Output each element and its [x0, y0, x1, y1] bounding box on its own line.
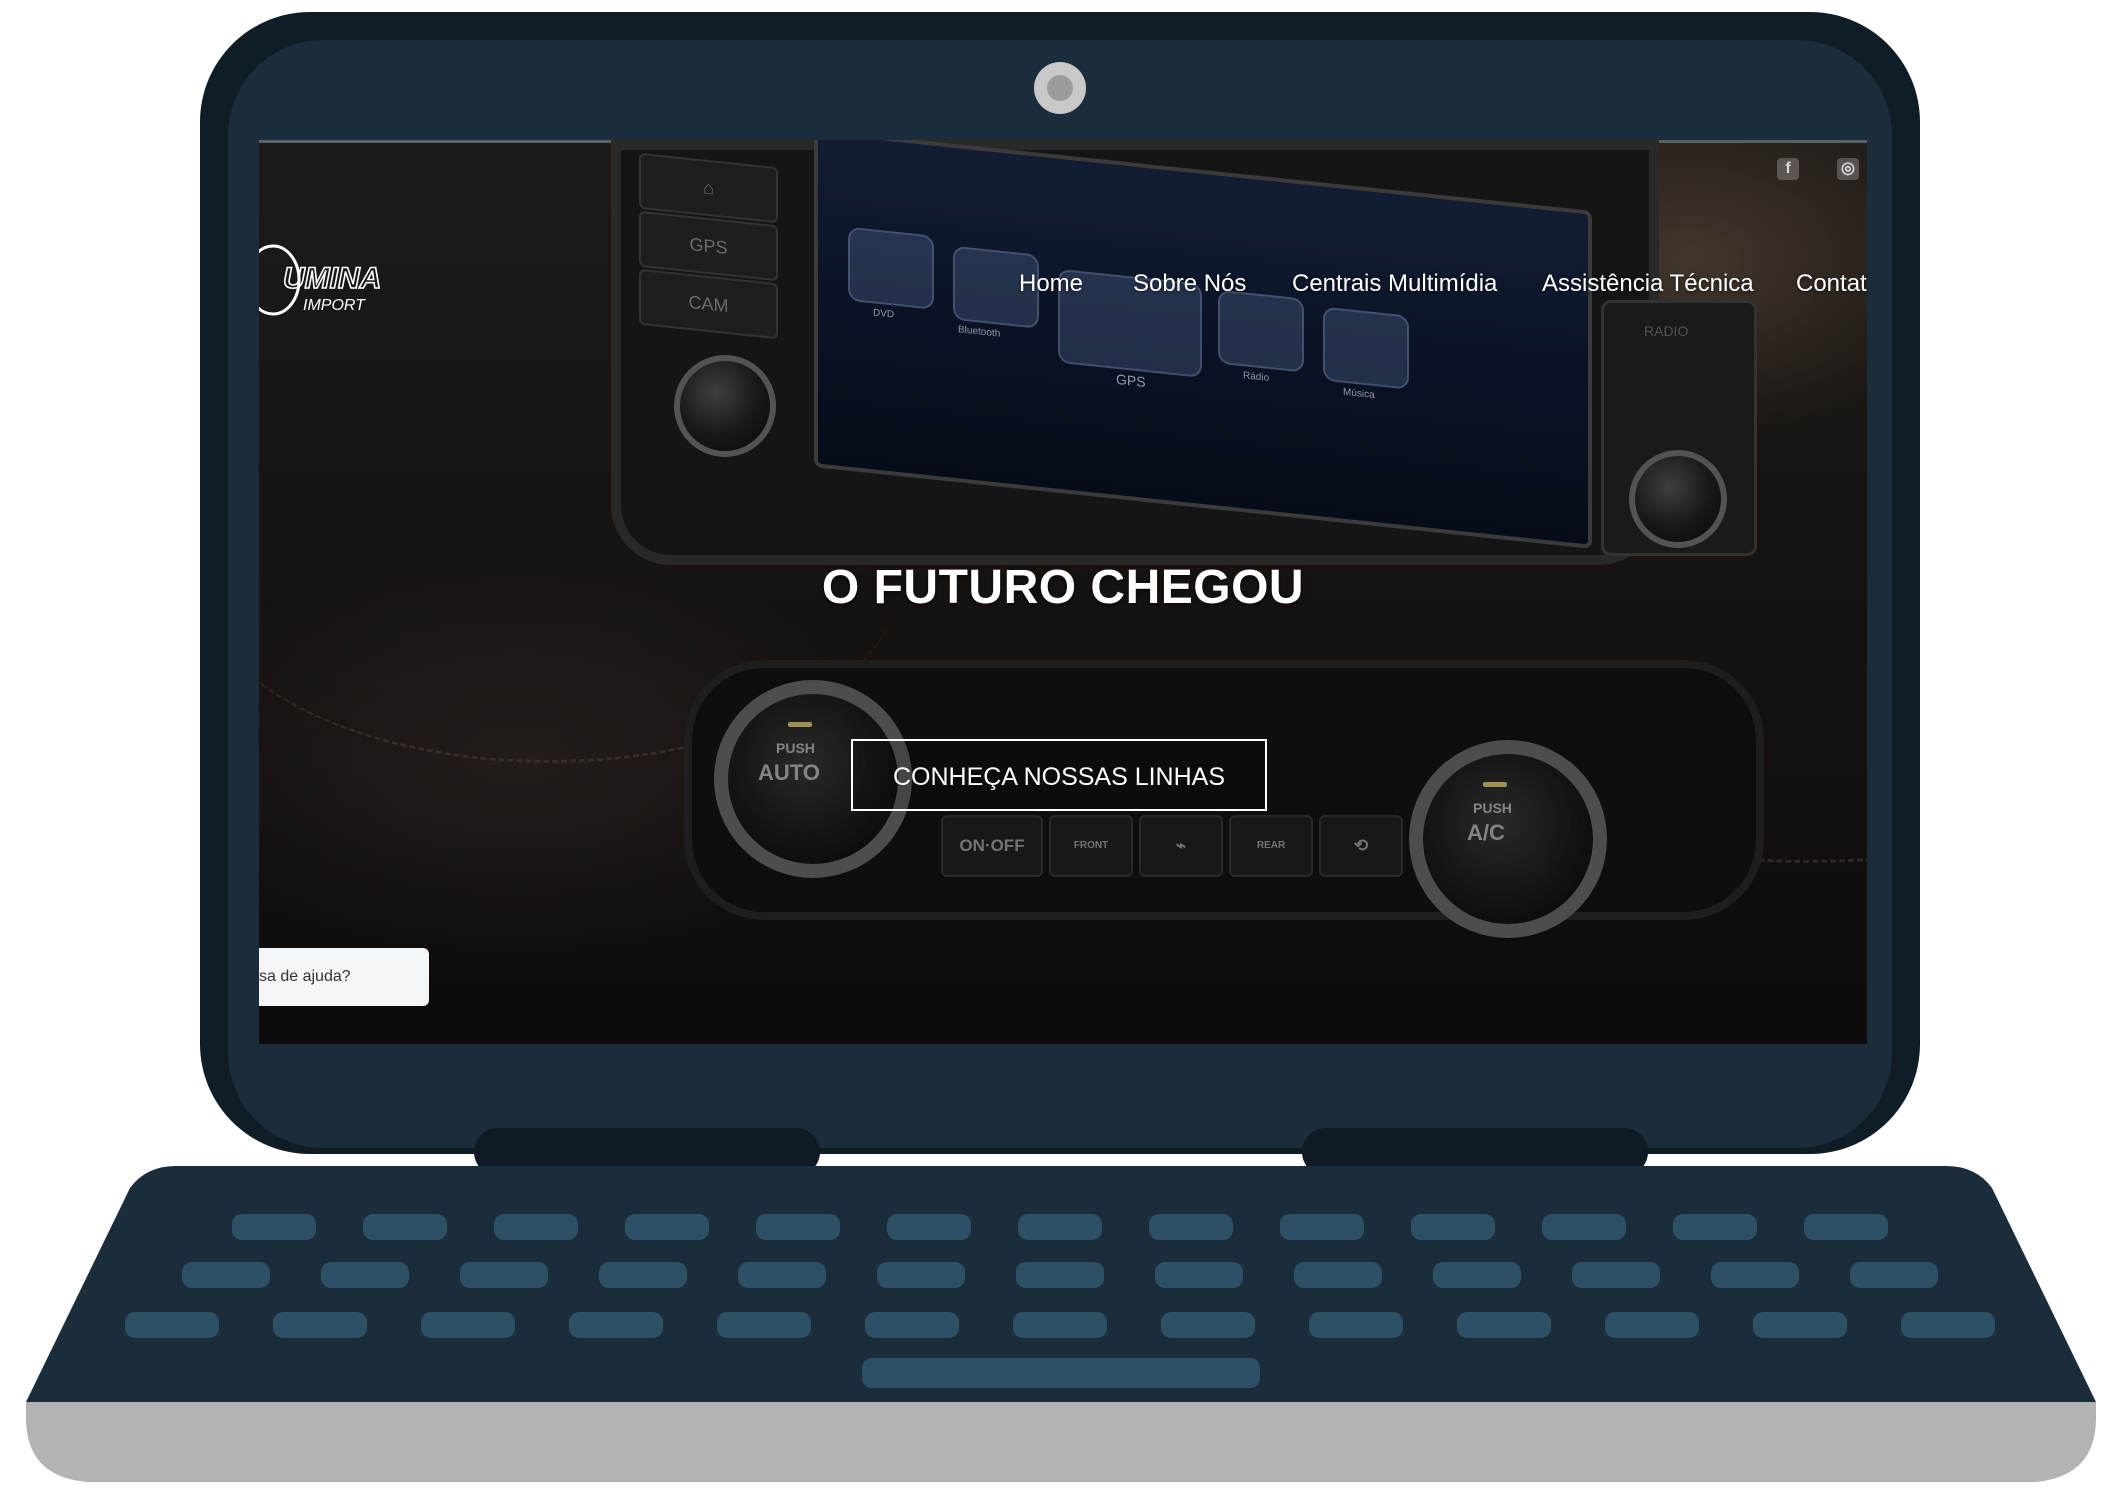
- cta-button[interactable]: CONHEÇA NOSSAS LINHAS: [851, 739, 1267, 811]
- nav-contato[interactable]: Contat: [1796, 270, 1867, 298]
- nav-sobre-nos[interactable]: Sobre Nós: [1133, 270, 1246, 298]
- keyboard-key: [1161, 1312, 1255, 1338]
- keyboard-key: [1294, 1262, 1382, 1288]
- instagram-icon[interactable]: ◎: [1837, 158, 1859, 180]
- keyboard-key: [1605, 1312, 1699, 1338]
- keyboard-key: [865, 1312, 959, 1338]
- facebook-icon[interactable]: f: [1777, 158, 1799, 180]
- keyboard-key: [1457, 1312, 1551, 1338]
- nav-home[interactable]: Home: [1019, 270, 1083, 298]
- keyboard-key: [1901, 1312, 1995, 1338]
- keyboard-key: [1149, 1214, 1233, 1240]
- keyboard-key: [1804, 1214, 1888, 1240]
- keyboard-key: [1753, 1312, 1847, 1338]
- keyboard-key: [421, 1312, 515, 1338]
- keyboard-key: [182, 1262, 270, 1288]
- keyboard-key: [625, 1214, 709, 1240]
- keyboard-key: [1711, 1262, 1799, 1288]
- help-chat-widget[interactable]: sa de ajuda?: [259, 948, 429, 1006]
- keyboard-key: [599, 1262, 687, 1288]
- keyboard-key: [1572, 1262, 1660, 1288]
- screen: ⌂ GPS CAM DVD Bluetooth GPS Rádio Música…: [259, 140, 1867, 1044]
- keyboard-key: [460, 1262, 548, 1288]
- nav-assistencia-tecnica[interactable]: Assistência Técnica: [1542, 270, 1754, 298]
- hero-title: O FUTURO CHEGOU: [821, 561, 1305, 614]
- keyboard-key: [1411, 1214, 1495, 1240]
- keyboard-key: [1673, 1214, 1757, 1240]
- keyboard-key: [738, 1262, 826, 1288]
- keyboard-key: [1018, 1214, 1102, 1240]
- keyboard-key: [877, 1262, 965, 1288]
- keyboard-key: [1309, 1312, 1403, 1338]
- keyboard-key: [1850, 1262, 1938, 1288]
- keyboard-key: [321, 1262, 409, 1288]
- keyboard-key: [1013, 1312, 1107, 1338]
- keyboard-key: [232, 1214, 316, 1240]
- keyboard-key: [1433, 1262, 1521, 1288]
- webcam-icon: [1034, 62, 1086, 114]
- keyboard-key: [569, 1312, 663, 1338]
- keyboard-key: [494, 1214, 578, 1240]
- keyboard-key: [887, 1214, 971, 1240]
- keyboard-key: [273, 1312, 367, 1338]
- keyboard-key: [1155, 1262, 1243, 1288]
- keyboard-key: [717, 1312, 811, 1338]
- keyboard-key: [1542, 1214, 1626, 1240]
- keyboard-key: [1280, 1214, 1364, 1240]
- keyboard-key: [363, 1214, 447, 1240]
- keyboard-key: [1016, 1262, 1104, 1288]
- nav-centrais-multimidia[interactable]: Centrais Multimídia: [1292, 270, 1497, 298]
- spacebar-key: [862, 1358, 1260, 1388]
- main-nav: Home Sobre Nós Centrais Multimídia Assis…: [259, 270, 1867, 310]
- keyboard-key: [125, 1312, 219, 1338]
- keyboard-key: [756, 1214, 840, 1240]
- base-bottom-edge: [26, 1402, 2096, 1482]
